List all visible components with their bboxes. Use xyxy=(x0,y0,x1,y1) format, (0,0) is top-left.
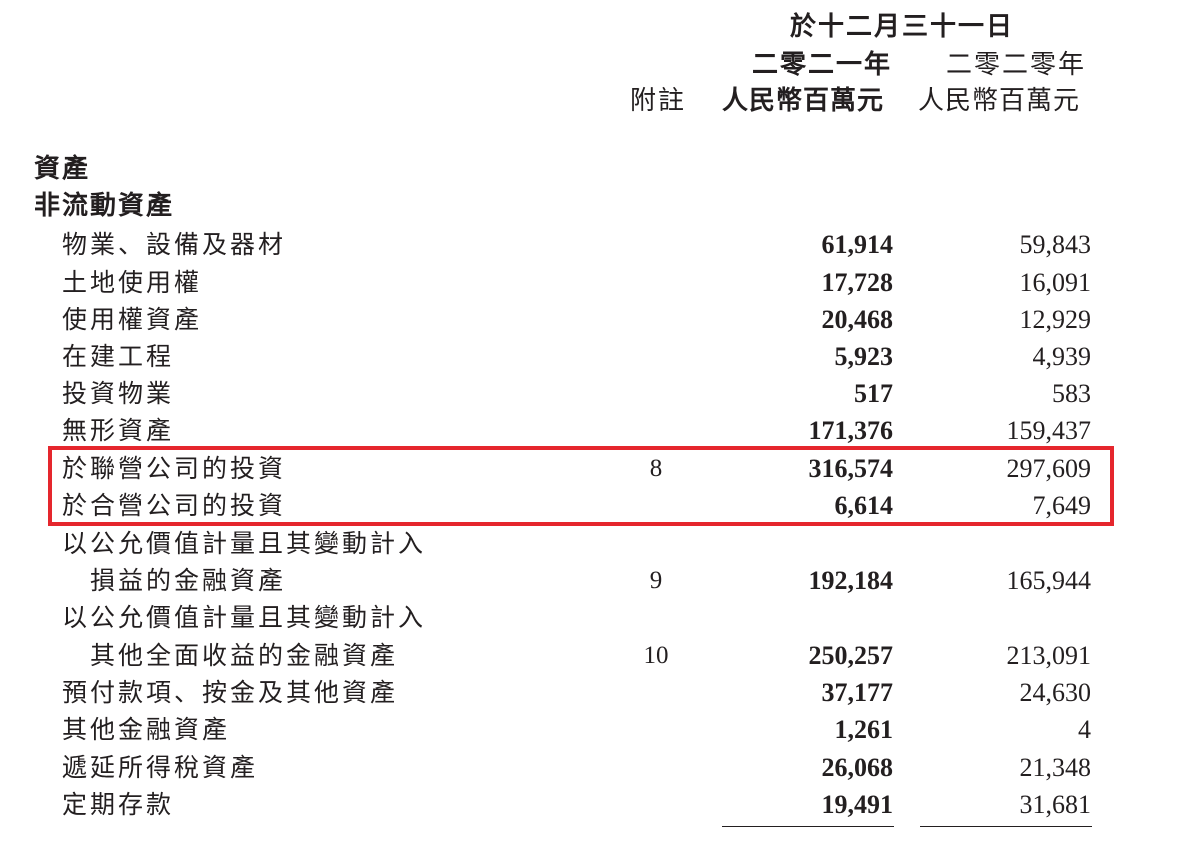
row-value-2020: 16,091 xyxy=(1019,268,1092,297)
row-label: 其他金融資產 xyxy=(62,715,231,744)
table-row: 使用權資產 20,468 12,929 xyxy=(0,301,1187,339)
row-value-2021: 37,177 xyxy=(821,678,894,707)
row-value-2021: 19,491 xyxy=(821,790,894,819)
row-value-2021: 192,184 xyxy=(808,566,894,595)
row-label-line1: 以公允價值計量且其變動計入 xyxy=(62,529,427,558)
table-row-continued: 以公允價值計量且其變動計入 xyxy=(0,525,1187,563)
row-value-2020: 4,939 xyxy=(1032,342,1092,371)
table-row: 定期存款 19,491 31,681 xyxy=(0,786,1187,824)
row-value-2020: 21,348 xyxy=(1019,753,1092,782)
year-2020-header: 二零二零年 xyxy=(946,50,1087,80)
table-row: 無形資產 171,376 159,437 xyxy=(0,412,1187,450)
unit-2020-header: 人民幣百萬元 xyxy=(918,86,1081,116)
table-row: 損益的金融資產 9 192,184 165,944 xyxy=(0,562,1187,600)
table-row: 投資物業 517 583 xyxy=(0,375,1187,413)
row-label-line1: 以公允價值計量且其變動計入 xyxy=(62,603,427,632)
date-header: 於十二月三十一日 xyxy=(790,12,1015,42)
section-assets: 資產 xyxy=(34,154,91,184)
table-row: 預付款項、按金及其他資產 37,177 24,630 xyxy=(0,674,1187,712)
row-note: 10 xyxy=(643,642,669,669)
row-note: 9 xyxy=(649,567,663,594)
table-row: 其他金融資產 1,261 4 xyxy=(0,711,1187,749)
row-label: 使用權資產 xyxy=(62,305,203,334)
row-value-2021: 1,261 xyxy=(834,715,894,744)
row-label: 物業、設備及器材 xyxy=(62,230,287,259)
table-row: 其他全面收益的金融資產 10 250,257 213,091 xyxy=(0,637,1187,675)
row-value-2020: 4 xyxy=(1078,715,1091,744)
row-value-2020: 583 xyxy=(1052,379,1091,408)
row-value-2021: 5,923 xyxy=(834,342,894,371)
row-value-2021: 171,376 xyxy=(808,416,894,445)
note-column-header: 附註 xyxy=(630,86,687,116)
unit-2021-header: 人民幣百萬元 xyxy=(722,86,885,116)
year-2021-header: 二零二一年 xyxy=(752,50,893,80)
row-label-line2: 損益的金融資產 xyxy=(90,566,287,595)
section-non-current-assets: 非流動資產 xyxy=(34,191,175,221)
table-row-continued: 以公允價值計量且其變動計入 xyxy=(0,599,1187,637)
row-label: 土地使用權 xyxy=(62,268,203,297)
row-label: 投資物業 xyxy=(62,379,175,408)
table-row: 土地使用權 17,728 16,091 xyxy=(0,264,1187,302)
table-row: 遞延所得稅資產 26,068 21,348 xyxy=(0,749,1187,787)
row-value-2021: 17,728 xyxy=(821,268,894,297)
row-label-line2: 其他全面收益的金融資產 xyxy=(90,641,399,670)
row-value-2021: 250,257 xyxy=(808,641,894,670)
subtotal-rule-2020 xyxy=(920,826,1092,827)
row-value-2020: 31,681 xyxy=(1019,790,1092,819)
row-value-2020: 159,437 xyxy=(1006,416,1092,445)
row-value-2020: 213,091 xyxy=(1006,641,1092,670)
table-row: 在建工程 5,923 4,939 xyxy=(0,338,1187,376)
row-label: 無形資產 xyxy=(62,416,175,445)
row-value-2021: 20,468 xyxy=(821,305,894,334)
row-label: 在建工程 xyxy=(62,342,175,371)
row-value-2021: 26,068 xyxy=(821,753,894,782)
row-value-2020: 24,630 xyxy=(1019,678,1092,707)
row-label: 遞延所得稅資產 xyxy=(62,753,259,782)
subtotal-rule-2021 xyxy=(722,826,894,827)
table-row: 物業、設備及器材 61,914 59,843 xyxy=(0,226,1187,264)
row-label: 定期存款 xyxy=(62,790,175,819)
row-value-2020: 165,944 xyxy=(1006,566,1092,595)
row-value-2020: 59,843 xyxy=(1019,230,1092,259)
row-value-2021: 517 xyxy=(854,379,893,408)
row-value-2021: 61,914 xyxy=(821,230,894,259)
highlight-box xyxy=(48,446,1114,526)
row-value-2020: 12,929 xyxy=(1019,305,1092,334)
row-label: 預付款項、按金及其他資產 xyxy=(62,678,399,707)
